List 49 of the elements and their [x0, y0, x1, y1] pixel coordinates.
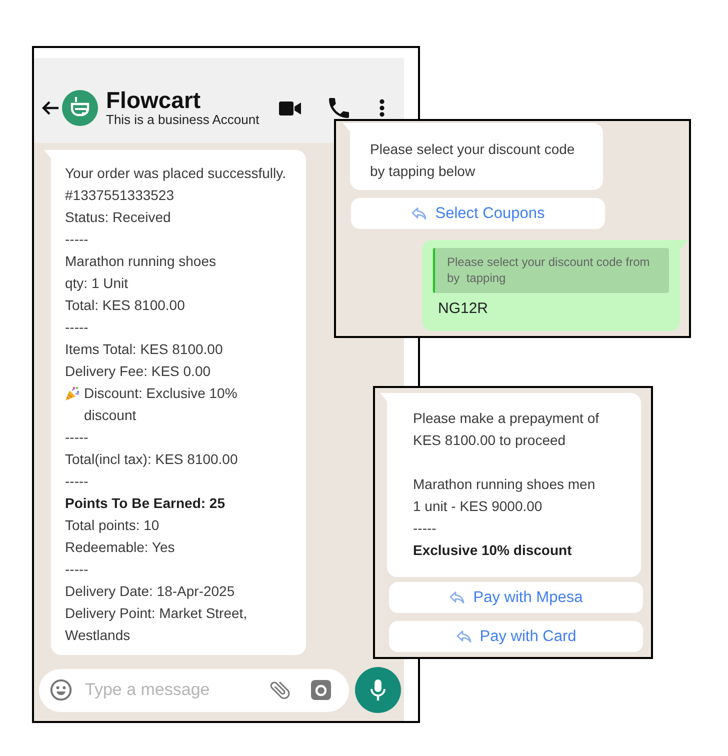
message-line: Your order was placed successfully.: [65, 164, 286, 183]
message-line: Delivery Date: 18-Apr-2025: [65, 582, 235, 601]
message-line: Delivery Fee: KES 0.00: [65, 362, 211, 381]
message-line: qty: 1 Unit: [65, 274, 128, 293]
logo-icon: [62, 90, 98, 126]
chat-title: Flowcart: [106, 88, 201, 112]
message-line: Exclusive 10% discount: [413, 541, 572, 560]
party-popper-icon: [65, 386, 80, 401]
message-line: Points To Be Earned: 25: [65, 494, 225, 513]
message-line: Please make a prepayment of KES 8100.00 to proceed: [413, 409, 600, 450]
quick-reply-button[interactable]: Pay with Card: [389, 621, 643, 652]
reply-arrow-icon: [449, 591, 466, 604]
smiley-icon[interactable]: [50, 679, 72, 701]
message-text: Please select your discount code by tapping below: [370, 140, 576, 181]
message-line: -----: [65, 560, 88, 579]
message-line: -----: [65, 318, 88, 337]
message-line: Delivery Point: Market Street, Westlands: [65, 604, 248, 645]
message-line: Redeemable: Yes: [65, 538, 175, 557]
message-line: -----: [65, 230, 88, 249]
message-text: NG12R: [438, 300, 488, 318]
reply-arrow-icon: [456, 630, 472, 643]
reply-arrow-icon: [411, 207, 428, 220]
message-line: 1 unit - KES 9000.00: [413, 497, 542, 516]
message-line: Total(incl tax): KES 8100.00: [65, 450, 238, 469]
message-line: Discount: Exclusive 10% discount: [84, 384, 238, 425]
message-line: Total: KES 8100.00: [65, 296, 185, 315]
message-line: Total points: 10: [65, 516, 160, 535]
video-camera-icon[interactable]: [279, 100, 301, 116]
quoted-text: Please select your discount code from by tapping: [447, 254, 651, 286]
phone-icon[interactable]: [329, 98, 349, 118]
more-options-icon[interactable]: [379, 99, 385, 117]
microphone-icon: [370, 679, 386, 701]
chat-subtitle: This is a business Account: [106, 112, 260, 128]
message-line: Marathon running shoes men: [413, 475, 596, 494]
quick-reply-button[interactable]: Select Coupons: [351, 198, 605, 229]
message-line: Marathon running shoes: [65, 252, 216, 271]
camera-icon[interactable]: [311, 680, 331, 700]
message-line: Items Total: KES 8100.00: [65, 340, 223, 359]
message-line: Status: Received: [65, 208, 171, 227]
microphone-button[interactable]: [355, 667, 401, 713]
paperclip-icon[interactable]: [269, 679, 291, 701]
message-line: -----: [65, 428, 88, 447]
message-field[interactable]: Type a message: [39, 668, 349, 712]
message-input[interactable]: Type a message: [85, 677, 269, 703]
message-line: -----: [65, 472, 88, 491]
back-arrow-icon[interactable]: [41, 100, 59, 116]
message-line: #1337551333523: [65, 186, 174, 205]
quick-reply-button[interactable]: Pay with Mpesa: [389, 582, 643, 613]
message-line: -----: [413, 519, 436, 538]
